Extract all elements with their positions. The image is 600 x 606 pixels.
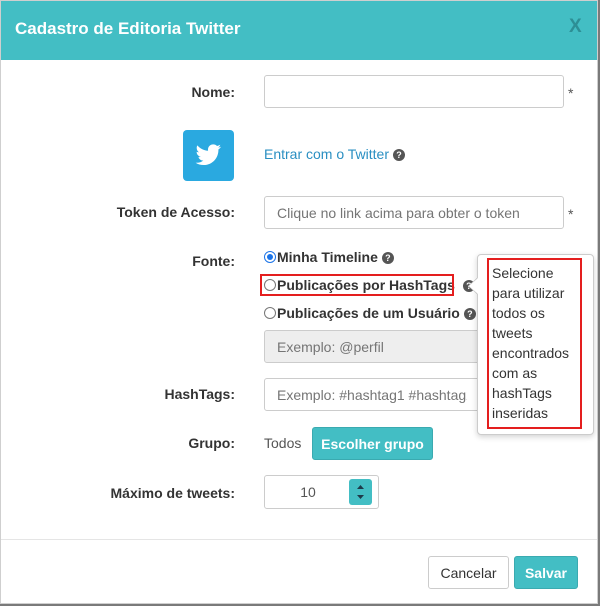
save-button[interactable]: Salvar — [514, 556, 578, 589]
max-tweets-value[interactable]: 10 — [265, 476, 351, 508]
twitter-bird-icon — [195, 144, 221, 165]
hashtags-label: HashTags: — [164, 386, 235, 402]
tooltip-line: para utilizar — [492, 285, 565, 301]
spinner-arrows-icon[interactable] — [349, 479, 372, 505]
question-circle-icon[interactable]: ? — [381, 252, 394, 265]
radio-minha-timeline-label: Minha Timeline — [277, 249, 378, 265]
close-button[interactable]: X — [569, 16, 582, 38]
token-label: Token de Acesso: — [116, 204, 235, 220]
hashtags-option-highlight — [260, 274, 454, 296]
radio-minha-timeline[interactable]: Minha Timeline? — [264, 249, 394, 265]
grupo-label: Grupo: — [188, 435, 235, 451]
tooltip-line: inseridas — [492, 405, 549, 421]
tooltip-line: encontrados — [492, 345, 570, 361]
escolher-grupo-button[interactable]: Escolher grupo — [312, 427, 433, 460]
question-circle-icon[interactable]: ? — [463, 308, 476, 321]
twitter-login-link-label: Entrar com o Twitter — [264, 146, 390, 162]
max-tweets-stepper[interactable]: 10 — [264, 475, 379, 509]
tooltip-line: com as — [492, 365, 538, 381]
hashtags-input[interactable] — [264, 378, 480, 411]
spinner-arrows-icon-svg — [357, 485, 364, 499]
question-circle-icon[interactable]: ? — [393, 149, 406, 162]
tooltip-line: Selecione — [492, 265, 554, 281]
nome-required-mark: * — [568, 85, 574, 101]
modal-dialog: Cadastro de Editoria Twitter X Nome: * E… — [0, 0, 598, 604]
radio-button[interactable] — [264, 307, 276, 319]
tooltip-text: Selecione para utilizar todos os tweets … — [492, 263, 578, 423]
cancel-button[interactable]: Cancelar — [428, 556, 509, 589]
nome-input[interactable] — [264, 75, 564, 108]
radio-button-checked[interactable] — [264, 251, 276, 263]
tooltip-line: tweets — [492, 325, 533, 341]
fonte-label: Fonte: — [192, 253, 235, 269]
max-tweets-label: Máximo de tweets: — [110, 485, 235, 501]
twitter-login-button[interactable] — [183, 130, 234, 181]
twitter-login-link[interactable]: Entrar com o Twitter? — [264, 146, 406, 162]
token-required-mark: * — [568, 206, 574, 222]
footer-divider — [1, 539, 597, 540]
token-input[interactable] — [264, 196, 564, 229]
grupo-value: Todos — [264, 435, 302, 451]
radio-publicacoes-usuario-label: Publicações de um Usuário — [277, 305, 460, 321]
tooltip-arrow-inner — [469, 278, 478, 294]
tooltip-line: hashTags — [492, 385, 552, 401]
radio-publicacoes-usuario[interactable]: Publicações de um Usuário? — [264, 305, 476, 321]
modal-header: Cadastro de Editoria Twitter X — [1, 1, 597, 60]
modal-title: Cadastro de Editoria Twitter — [15, 19, 241, 38]
nome-label: Nome: — [191, 84, 235, 100]
tooltip-line: todos os — [492, 305, 545, 321]
perfil-input[interactable] — [264, 330, 480, 363]
